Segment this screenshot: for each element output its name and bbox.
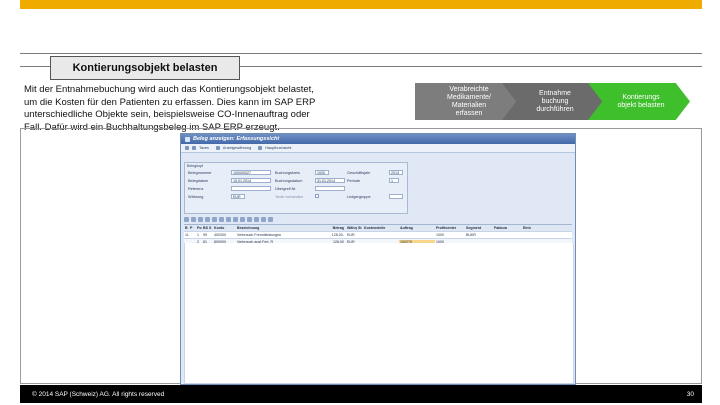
ledger-icon	[258, 146, 263, 150]
texte-vorhanden-label: Texte vorhanden	[275, 195, 304, 199]
uebergreifnr-field[interactable]	[315, 186, 345, 191]
belegdatum-label: Belegdatum	[188, 179, 209, 183]
table-row[interactable]: 1L 1 99 400300 Verbrauch Fremdleistungen…	[184, 232, 572, 239]
table-cell: BUKR	[466, 233, 476, 237]
belegnummer-label: Belegnummer	[188, 171, 212, 175]
process-step-3-current: Kontierungs objekt belasten	[588, 83, 690, 120]
belegdatum-field[interactable]: 15.01.2014	[231, 178, 271, 183]
info-icon[interactable]	[268, 217, 273, 222]
header-divider	[20, 53, 702, 54]
table-cell: Verbrauch Fremdleistungen	[237, 233, 282, 237]
buchungsdatum-label: Buchungsdatum	[275, 179, 303, 183]
sort-desc-icon[interactable]	[205, 217, 210, 222]
geschaeftsjahr-label: Geschäftsjahr	[347, 171, 371, 175]
process-step-1: Verabreichte Medikamente/ Materialien er…	[415, 83, 519, 120]
table-cell: 1L	[185, 233, 189, 237]
periode-label: Periode	[347, 179, 361, 183]
export-icon[interactable]	[233, 217, 238, 222]
sap-toolbar: Taxes Anzeigewährung Hauptbuchsicht	[181, 144, 575, 153]
process-step-label: Entnahme buchung durchführen	[536, 89, 574, 113]
table-header-row: B P Pos BS S Konto Bezeichnung Betrag Wä…	[184, 225, 572, 232]
print-icon[interactable]	[226, 217, 231, 222]
sum-icon[interactable]	[212, 217, 217, 222]
col-header[interactable]: Konto	[213, 226, 236, 230]
referenz-label: Referenz	[188, 187, 204, 191]
uebergreifnr-label: Übergreif.Nr	[275, 187, 296, 191]
periode-field[interactable]: 1	[389, 178, 399, 183]
toolbar-ledger-button[interactable]: Hauptbuchsicht	[265, 146, 291, 150]
texte-vorhanden-checkbox[interactable]	[315, 194, 319, 198]
page-number: 30	[686, 390, 694, 398]
back-icon[interactable]	[185, 146, 189, 150]
col-header[interactable]: Segment	[465, 226, 493, 230]
belegnummer-field[interactable]: 100000027	[231, 170, 271, 175]
table-empty-area	[184, 243, 574, 384]
graphic-icon[interactable]	[261, 217, 266, 222]
slide-footer: © 2014 SAP (Schweiz) AG. All rights rese…	[20, 385, 702, 403]
group-title: Belegkopf	[187, 164, 203, 168]
choose-layout-icon[interactable]	[247, 217, 252, 222]
process-step-2: Entnahme buchung durchführen	[502, 83, 604, 120]
buchungskreis-label: Buchungskreis	[275, 171, 300, 175]
brand-accent-bar	[20, 0, 702, 9]
col-header[interactable]: Auftrag	[399, 226, 435, 230]
subtotal-icon[interactable]	[219, 217, 224, 222]
toolbar-taxes-button[interactable]: Taxes	[199, 146, 209, 150]
slide-title: Kontierungsobjekt belasten	[50, 56, 240, 80]
table-cell: EUR	[347, 233, 355, 237]
ledgergruppe-label: Ledgergruppe	[347, 195, 371, 199]
table-cell: 1000	[436, 233, 444, 237]
col-header[interactable]: Bezeichnung	[236, 226, 316, 230]
table-cell: 400300	[214, 233, 226, 237]
waehrung-label: Währung	[188, 195, 204, 199]
document-header-group: Belegkopf Belegnummer 100000027 Buchungs…	[184, 162, 408, 214]
ledgergruppe-field[interactable]	[389, 194, 403, 199]
copyright-text: © 2014 SAP (Schweiz) AG. All rights rese…	[32, 390, 165, 398]
display-icon[interactable]	[192, 146, 196, 150]
col-header[interactable]: P	[189, 226, 196, 230]
sap-document-window: Beleg anzeigen: Erfassungssicht Taxes An…	[180, 133, 576, 385]
table-toolbar	[184, 216, 572, 223]
filter-icon[interactable]	[191, 217, 196, 222]
buchungsdatum-field[interactable]: 31.01.2014	[315, 178, 345, 183]
col-header[interactable]: Faktura	[493, 226, 522, 230]
col-header[interactable]: Profitcenter	[435, 226, 465, 230]
col-header[interactable]: Einh	[522, 226, 542, 230]
col-header[interactable]: Betrag	[316, 226, 346, 230]
sap-titlebar: Beleg anzeigen: Erfassungssicht	[181, 134, 575, 144]
geschaeftsjahr-field[interactable]: 2013	[389, 170, 403, 175]
waehrung-field[interactable]: EUR	[231, 194, 245, 199]
process-step-label: Verabreichte Medikamente/ Materialien er…	[447, 85, 491, 117]
col-header[interactable]: Währg	[346, 226, 357, 230]
sort-asc-icon[interactable]	[198, 217, 203, 222]
process-step-label: Kontierungs objekt belasten	[617, 93, 665, 109]
currency-icon	[215, 146, 220, 150]
table-cell: 99	[203, 233, 207, 237]
toolbar-currency-button[interactable]: Anzeigewährung	[223, 146, 251, 150]
sap-window-title: Beleg anzeigen: Erfassungssicht	[193, 136, 280, 142]
sap-app-icon	[185, 136, 190, 142]
detail-icon[interactable]	[184, 217, 189, 222]
layout-icon[interactable]	[240, 217, 245, 222]
referenz-field[interactable]	[231, 186, 271, 191]
save-layout-icon[interactable]	[254, 217, 259, 222]
table-cell: 128,00-	[331, 233, 344, 237]
buchungskreis-field[interactable]: 1000	[315, 170, 329, 175]
slide-body-text: Mit der Entnahmebuchung wird auch das Ko…	[24, 84, 316, 133]
col-header[interactable]: Kostenstelle	[363, 226, 399, 230]
